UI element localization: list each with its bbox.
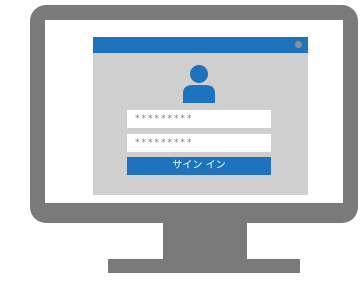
login-window: ********* ********* サイン イン <box>93 37 308 195</box>
signin-button[interactable]: サイン イン <box>127 157 271 175</box>
monitor-stand-neck <box>163 223 247 259</box>
window-titlebar <box>93 37 308 53</box>
password-field[interactable]: ********* <box>127 134 271 152</box>
monitor-screen: ********* ********* サイン イン <box>45 20 343 203</box>
monitor-frame: ********* ********* サイン イン <box>30 5 358 223</box>
illustration-stage: ********* ********* サイン イン <box>0 0 361 283</box>
user-icon <box>183 65 215 103</box>
username-field[interactable]: ********* <box>127 110 271 128</box>
monitor-stand-base <box>108 259 300 273</box>
window-status-dot-icon <box>295 41 302 48</box>
